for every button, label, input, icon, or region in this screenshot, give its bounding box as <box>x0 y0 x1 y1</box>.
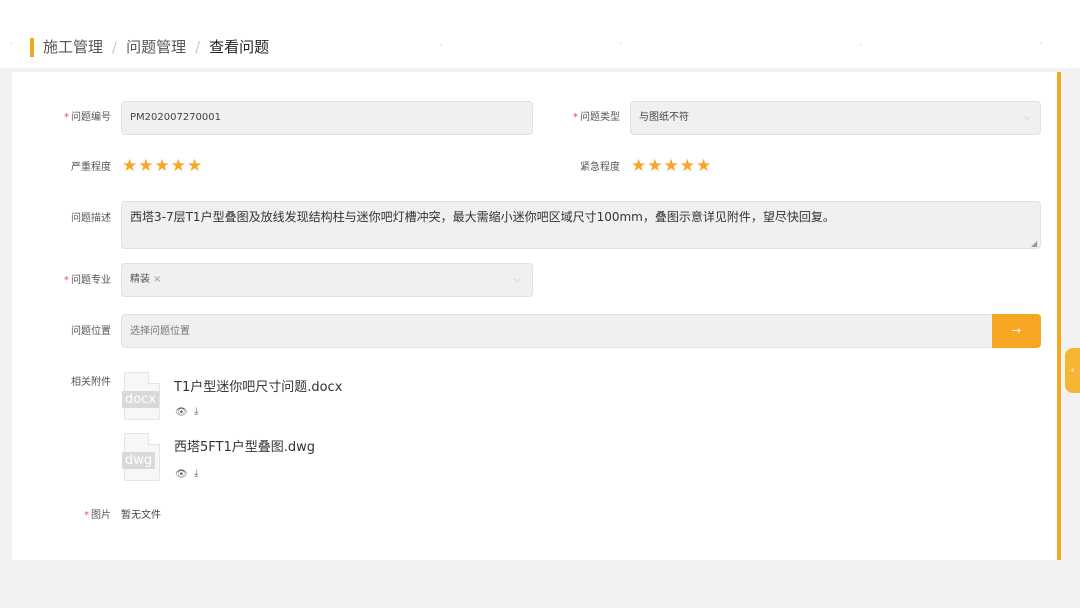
location-input[interactable] <box>121 314 993 348</box>
location-select-button[interactable]: → <box>992 314 1041 348</box>
chevron-left-icon: ‹ <box>1071 365 1075 376</box>
docx-file-icon: docx <box>124 372 160 420</box>
description-label: 问题描述 <box>71 212 111 226</box>
urgency-label: 紧急程度 <box>580 161 620 175</box>
issue-no-label: *问题编号 <box>64 111 111 125</box>
star-icon: ★ <box>187 157 203 175</box>
star-icon: ★ <box>138 157 154 175</box>
chevron-down-icon: ⌵ <box>514 274 521 286</box>
download-icon[interactable]: ⤓ <box>194 406 198 418</box>
issue-type-select[interactable]: 与图纸不符 <box>630 101 1041 135</box>
breadcrumb-item-construction[interactable]: 施工管理 <box>43 38 103 56</box>
dwg-file-icon: dwg <box>124 433 160 481</box>
star-icon: ★ <box>171 157 187 175</box>
urgency-rating: ★★★★★ <box>631 157 712 175</box>
star-icon: ★ <box>122 157 138 175</box>
severity-rating: ★★★★★ <box>122 157 203 175</box>
chevron-down-icon: ⌵ <box>1024 112 1031 124</box>
file-fold-corner <box>148 433 160 445</box>
star-icon: ★ <box>647 157 663 175</box>
breadcrumb-item-view-issue: 查看问题 <box>209 38 269 56</box>
background-dot <box>440 44 442 46</box>
breadcrumb-accent-bar <box>30 38 34 57</box>
file-ext-label: dwg <box>122 452 155 469</box>
background-dot <box>1040 42 1042 44</box>
file-ext-label: docx <box>122 391 159 408</box>
breadcrumb-separator: / <box>195 38 200 56</box>
discipline-select[interactable]: 精装× <box>121 263 533 297</box>
severity-label: 严重程度 <box>71 161 111 175</box>
discipline-label: *问题专业 <box>64 274 111 288</box>
tag-close-icon[interactable]: × <box>153 274 161 285</box>
description-textarea[interactable]: 西塔3-7层T1户型叠图及放线发现结构柱与迷你吧灯槽冲突，最大需缩小迷你吧区域尺… <box>121 201 1041 249</box>
side-collapse-tab[interactable]: ‹ <box>1065 348 1080 393</box>
background-dot <box>620 42 622 44</box>
background-dot <box>10 42 12 44</box>
breadcrumb-bar: 施工管理 / 问题管理 / 查看问题 <box>0 0 1080 68</box>
images-empty-text: 暂无文件 <box>121 509 161 523</box>
star-icon: ★ <box>664 157 680 175</box>
discipline-tag: 精装× <box>130 264 161 296</box>
download-icon[interactable]: ⤓ <box>194 468 198 480</box>
background-dot <box>860 44 862 46</box>
breadcrumb: 施工管理 / 问题管理 / 查看问题 <box>43 38 269 57</box>
breadcrumb-item-issues[interactable]: 问题管理 <box>126 38 186 56</box>
issue-no-field[interactable]: PM202007270001 <box>121 101 533 135</box>
location-label: 问题位置 <box>71 325 111 339</box>
eye-icon[interactable]: 👁 <box>175 407 188 419</box>
attachment-name[interactable]: 西塔5FT1户型叠图.dwg <box>174 440 315 456</box>
star-icon: ★ <box>696 157 712 175</box>
resize-handle-icon[interactable]: ◢ <box>1031 238 1037 250</box>
images-label: *图片 <box>84 509 111 523</box>
breadcrumb-separator: / <box>112 38 117 56</box>
attachments-label: 相关附件 <box>71 376 111 390</box>
star-icon: ★ <box>631 157 647 175</box>
star-icon: ★ <box>680 157 696 175</box>
eye-icon[interactable]: 👁 <box>175 469 188 481</box>
file-fold-corner <box>148 372 160 384</box>
issue-type-value: 与图纸不符 <box>639 112 689 123</box>
attachment-name[interactable]: T1户型迷你吧尺寸问题.docx <box>174 380 342 396</box>
star-icon: ★ <box>155 157 171 175</box>
panel-accent-bar <box>1057 72 1061 560</box>
issue-type-label: *问题类型 <box>573 111 620 125</box>
